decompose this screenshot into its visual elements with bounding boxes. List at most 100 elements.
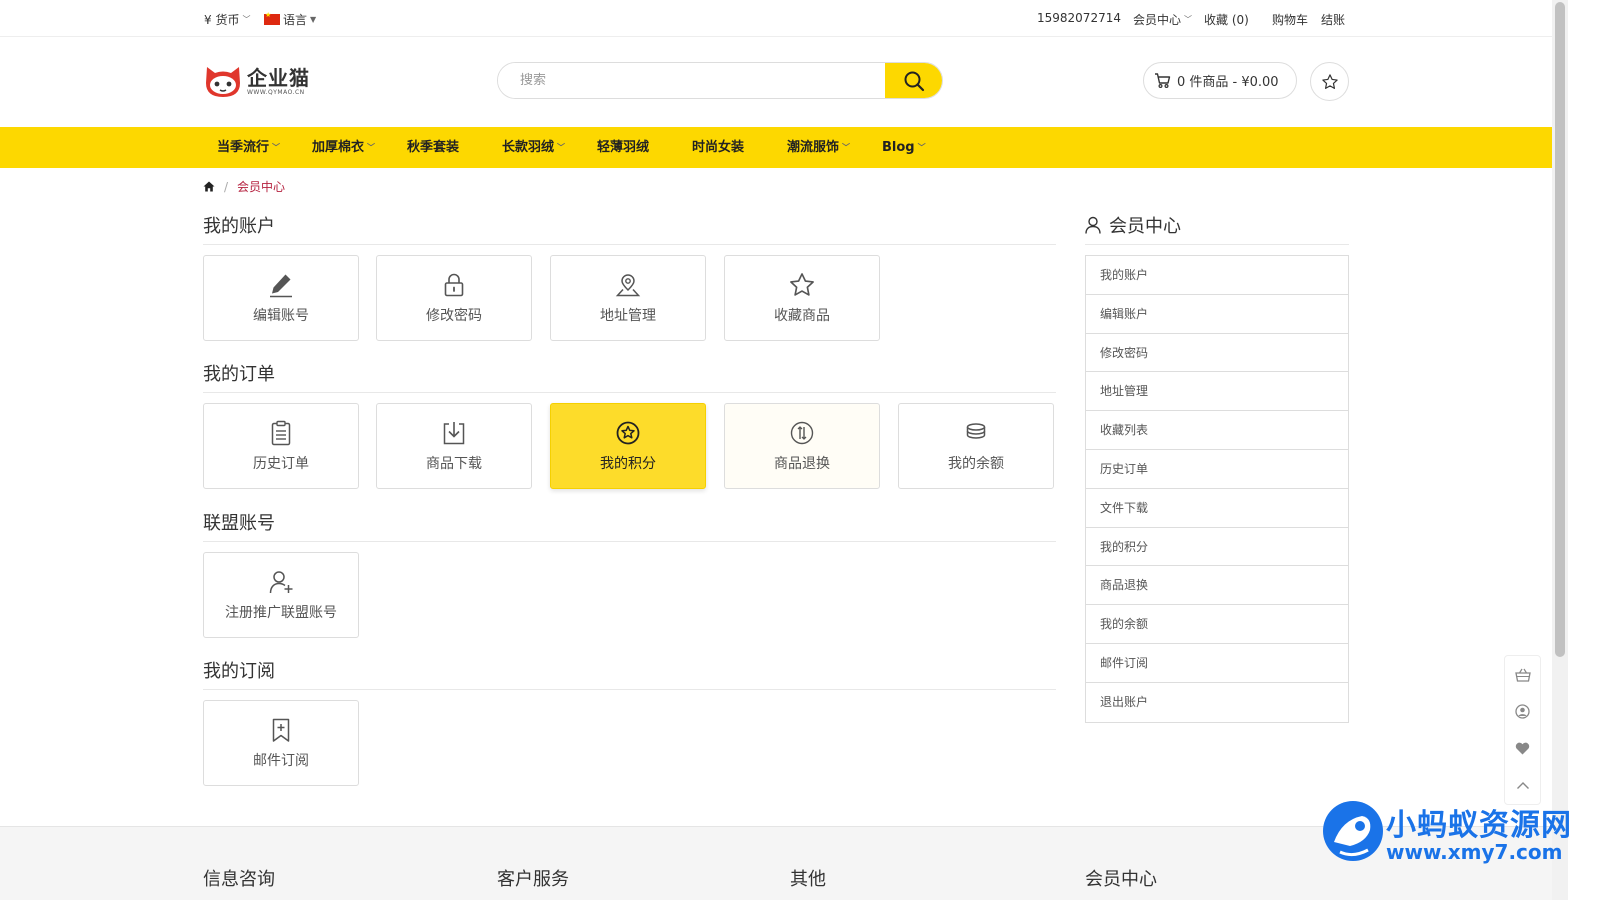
tile-my-balance[interactable]: 我的余额 xyxy=(898,403,1054,489)
tile-my-points[interactable]: 我的积分 xyxy=(550,403,706,489)
tile-edit-account[interactable]: 编辑账号 xyxy=(203,255,359,341)
watermark-name: 小蚂蚁资源网 xyxy=(1386,808,1572,843)
float-wishlist-button[interactable] xyxy=(1505,730,1540,767)
nav-item-label: 秋季套装 xyxy=(407,140,460,155)
phone-number: 15982072714 xyxy=(1037,11,1121,25)
nav-item-blog[interactable]: Blog ﹀ xyxy=(882,127,926,168)
star-icon xyxy=(1321,73,1338,89)
scrollbar-thumb[interactable] xyxy=(1555,2,1565,657)
sidebar-item-points[interactable]: 我的积分 xyxy=(1086,528,1348,567)
currency-selector[interactable]: ¥ 货币 ﹀ xyxy=(204,11,250,28)
pencil-icon xyxy=(270,274,292,298)
logo-url: WWW.QYMAO.CN xyxy=(247,88,305,96)
heart-icon xyxy=(1515,742,1530,755)
wishlist-button[interactable] xyxy=(1310,62,1349,101)
footer-heading-service: 客户服务 xyxy=(497,869,569,890)
sidebar-item-edit-account[interactable]: 编辑账户 xyxy=(1086,295,1348,334)
nav-item-label: 潮流服饰 xyxy=(787,140,840,155)
float-account-button[interactable] xyxy=(1505,693,1540,730)
float-cart-button[interactable] xyxy=(1505,656,1540,693)
user-icon xyxy=(1085,216,1101,234)
watermark-url: www.xmy7.com xyxy=(1386,840,1563,864)
nav-item-long-down[interactable]: 长款羽绒 ﹀ xyxy=(502,127,565,168)
logo-name: 企业猫 xyxy=(247,65,310,90)
main-nav: 当季流行 ﹀ 加厚棉衣 ﹀ 秋季套装 长款羽绒 ﹀ 轻薄羽绒 时尚女装 潮流服饰… xyxy=(0,127,1552,168)
tile-email-subscription[interactable]: 邮件订阅 xyxy=(203,700,359,786)
tile-order-history[interactable]: 历史订单 xyxy=(203,403,359,489)
tile-label: 收藏商品 xyxy=(774,308,830,324)
basket-icon xyxy=(1514,668,1531,682)
tile-address-management[interactable]: 地址管理 xyxy=(550,255,706,341)
sidebar-item-downloads[interactable]: 文件下载 xyxy=(1086,489,1348,528)
sidebar-item-order-history[interactable]: 历史订单 xyxy=(1086,450,1348,489)
nav-item-autumn-sets[interactable]: 秋季套装 xyxy=(407,127,459,168)
chevron-down-icon: ﹀ xyxy=(917,143,926,152)
return-icon xyxy=(790,421,814,445)
sidebar-item-balance[interactable]: 我的余额 xyxy=(1086,605,1348,644)
tile-label: 编辑账号 xyxy=(253,308,309,324)
nav-item-womens-fashion[interactable]: 时尚女装 xyxy=(692,127,744,168)
sidebar-item-my-account[interactable]: 我的账户 xyxy=(1086,256,1348,295)
bookmark-icon xyxy=(272,718,290,742)
section-title-subscription: 我的订阅 xyxy=(203,661,275,682)
nav-item-label: 当季流行 xyxy=(217,140,270,155)
china-flag-icon xyxy=(264,11,280,25)
sidebar-item-logout[interactable]: 退出账户 xyxy=(1086,683,1348,722)
nav-item-label: 轻薄羽绒 xyxy=(597,140,650,155)
section-title-orders: 我的订单 xyxy=(203,364,275,385)
favorites-link[interactable]: 收藏 (0) xyxy=(1204,11,1249,28)
logo[interactable]: 企业猫 WWW.QYMAO.CN xyxy=(203,63,310,99)
tile-label: 注册推广联盟账号 xyxy=(225,605,337,621)
tile-favorite-products[interactable]: 收藏商品 xyxy=(724,255,880,341)
chevron-down-icon: ﹀ xyxy=(842,143,851,152)
chevron-down-icon: ﹀ xyxy=(367,143,376,152)
cart-link[interactable]: 购物车 xyxy=(1272,11,1308,28)
tile-label: 我的积分 xyxy=(600,456,656,472)
location-icon xyxy=(615,274,641,297)
sidebar-title-label: 会员中心 xyxy=(1109,216,1181,237)
footer-heading-info: 信息咨询 xyxy=(203,869,275,890)
sidebar-divider xyxy=(1085,244,1349,245)
language-selector[interactable]: 语言 ▼ xyxy=(264,11,316,28)
nav-item-label: Blog xyxy=(882,140,915,155)
tile-register-affiliate[interactable]: 注册推广联盟账号 xyxy=(203,552,359,638)
mini-cart-button[interactable]: 0 件商品 - ¥0.00 xyxy=(1143,62,1297,99)
section-divider xyxy=(203,244,1056,245)
tile-label: 商品下载 xyxy=(426,456,482,472)
checkout-link[interactable]: 结账 xyxy=(1321,11,1345,28)
tile-label: 商品退换 xyxy=(774,456,830,472)
nav-item-light-down[interactable]: 轻薄羽绒 xyxy=(597,127,649,168)
checkout-label: 结账 xyxy=(1321,13,1346,27)
vertical-scrollbar[interactable] xyxy=(1552,0,1568,900)
lock-icon xyxy=(444,273,464,297)
sidebar-item-address[interactable]: 地址管理 xyxy=(1086,372,1348,412)
floating-toolbar xyxy=(1504,655,1541,805)
sidebar-item-newsletter[interactable]: 邮件订阅 xyxy=(1086,644,1348,683)
member-center-link[interactable]: 会员中心 ﹀ xyxy=(1133,11,1192,28)
tile-product-downloads[interactable]: 商品下载 xyxy=(376,403,532,489)
nav-item-seasonal[interactable]: 当季流行 ﹀ xyxy=(217,127,280,168)
breadcrumb-separator: / xyxy=(224,179,229,194)
search-input[interactable] xyxy=(498,63,886,98)
section-title-account: 我的账户 xyxy=(203,216,275,237)
home-icon[interactable] xyxy=(203,181,215,192)
tile-returns[interactable]: 商品退换 xyxy=(724,403,880,489)
nav-item-padded-coats[interactable]: 加厚棉衣 ﹀ xyxy=(312,127,375,168)
search-icon xyxy=(904,71,924,91)
nav-item-label: 长款羽绒 xyxy=(502,140,555,155)
tile-change-password[interactable]: 修改密码 xyxy=(376,255,532,341)
breadcrumb-current[interactable]: 会员中心 xyxy=(237,178,285,195)
breadcrumb: / 会员中心 xyxy=(203,178,285,195)
chevron-down-icon: ﹀ xyxy=(557,143,566,152)
search-button[interactable] xyxy=(885,63,942,98)
section-divider xyxy=(203,541,1056,542)
sidebar-item-returns[interactable]: 商品退换 xyxy=(1086,566,1348,606)
sidebar-item-wishlist[interactable]: 收藏列表 xyxy=(1086,411,1348,450)
user-add-icon xyxy=(269,571,293,594)
chevron-up-icon xyxy=(1516,782,1529,789)
section-divider xyxy=(203,392,1056,393)
caret-down-icon: ▼ xyxy=(310,15,317,24)
nav-item-trend-apparel[interactable]: 潮流服饰 ﹀ xyxy=(787,127,850,168)
sidebar-item-change-password[interactable]: 修改密码 xyxy=(1086,334,1348,373)
cat-logo-icon xyxy=(206,67,240,97)
